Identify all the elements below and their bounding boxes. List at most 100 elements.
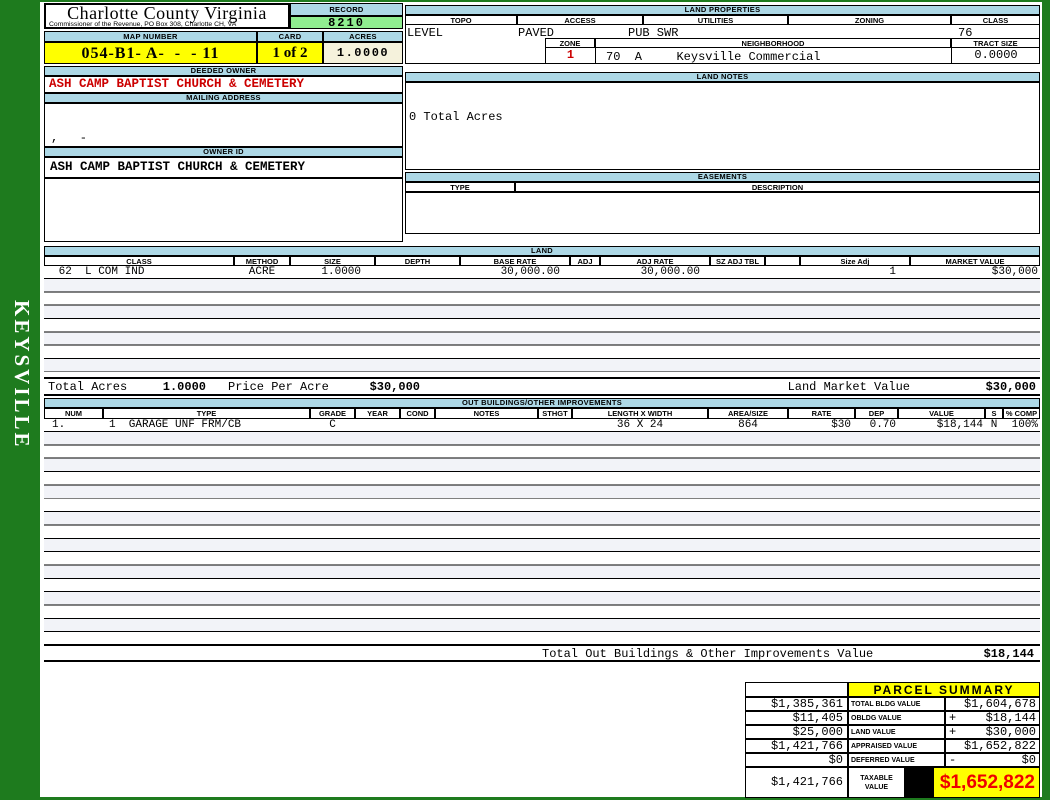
land-row-market-value: $30,000 — [991, 266, 1038, 278]
ob-row-year — [355, 419, 400, 431]
ob-col-area-size: AREA/SIZE — [708, 408, 788, 419]
ob-col-sthgt: STHGT — [538, 408, 572, 419]
easements-columns: TYPE DESCRIPTION — [405, 182, 1040, 192]
land-col-depth: DEPTH — [375, 256, 460, 266]
summary-prior-appraised: $1,421,766 — [745, 739, 848, 753]
land-row-size-adj: 1 — [889, 266, 896, 278]
summary-prior-land: $25,000 — [745, 725, 848, 739]
land-row-class: 62 L COM IND — [52, 266, 145, 278]
easements-header: EASEMENTS — [405, 172, 1040, 182]
record-label: RECORD — [290, 3, 403, 16]
summary-value-land-cell: + $30,000 — [945, 725, 1040, 739]
outbuildings-total-value: $18,144 — [983, 647, 1034, 661]
deeded-owner-header: DEEDED OWNER — [44, 66, 403, 76]
land-properties-header: LAND PROPERTIES — [405, 5, 1040, 15]
card-value[interactable]: 1 of 2 — [257, 42, 323, 64]
land-col-class: CLASS — [44, 256, 234, 266]
land-columns: CLASS METHOD SIZE DEPTH BASE RATE ADJ AD… — [44, 256, 1040, 266]
ob-col-notes: NOTES — [435, 408, 538, 419]
outbuildings-columns: NUM TYPE GRADE YEAR COND NOTES STHGT LEN… — [44, 408, 1040, 419]
tract-size-label: TRACT SIZE — [951, 38, 1040, 48]
mailing-address-box: , - — [44, 103, 403, 147]
ob-row-notes — [435, 419, 538, 431]
ob-row-area-size: 864 — [738, 419, 758, 431]
land-col-adj: ADJ — [570, 256, 600, 266]
summary-sign-deferred: - — [949, 753, 957, 767]
summary-taxable-spacer — [905, 767, 933, 798]
mailing-address-value: , - — [51, 131, 88, 145]
parcel-summary-title: PARCEL SUMMARY — [848, 682, 1040, 697]
zone-value: 1 — [545, 48, 595, 64]
land-row-adj — [570, 266, 600, 278]
land-notes-header: LAND NOTES — [405, 72, 1040, 82]
record-value: 8210 — [290, 16, 403, 29]
ob-col-num: NUM — [44, 408, 103, 419]
summary-sign-total-bldg — [946, 698, 949, 710]
ob-row-length-width: 36 X 24 — [616, 419, 664, 431]
class-label: CLASS — [951, 15, 1040, 25]
ob-col-year: YEAR — [355, 408, 400, 419]
land-note-text: 0 Total Acres — [409, 110, 503, 124]
ob-row-num: 1. — [52, 419, 66, 431]
summary-label-taxable: TAXABLE VALUE — [848, 767, 905, 798]
summary-prior-obldg: $11,405 — [745, 711, 848, 725]
ob-col-type: TYPE — [103, 408, 310, 419]
ob-col-dep: DEP — [855, 408, 898, 419]
ob-row-rate: $30 — [831, 419, 851, 431]
land-row-sz-adj-tbl — [710, 266, 765, 278]
summary-value-total-bldg-cell: $1,604,678 — [945, 697, 1040, 711]
ob-col-pct-comp: % COMP — [1003, 408, 1040, 419]
zone-values-row: 1 70 A Keysville Commercial 0.0000 — [545, 48, 1040, 64]
outbuildings-empty-rows — [44, 432, 1040, 644]
zoning-label: ZONING — [788, 15, 951, 25]
land-empty-rows — [44, 279, 1040, 372]
zone-label: ZONE — [545, 38, 595, 48]
price-per-acre-value: $30,000 — [369, 380, 420, 394]
summary-value-obldg: $18,144 — [985, 711, 1036, 725]
land-col-adj-rate: ADJ RATE — [600, 256, 710, 266]
summary-label-appraised: APPRAISED VALUE — [848, 739, 945, 753]
district-label: KEYSVILLE — [10, 300, 34, 450]
deeded-owner-value: ASH CAMP BAPTIST CHURCH & CEMETERY — [44, 76, 403, 93]
summary-sign-obldg: + — [949, 711, 957, 725]
summary-value-deferred: $0 — [1021, 753, 1036, 767]
summary-label-deferred: DEFERRED VALUE — [848, 753, 945, 767]
ob-row-dep: 0.70 — [869, 419, 896, 431]
mailing-address-header: MAILING ADDRESS — [44, 93, 403, 103]
summary-sign-appraised — [946, 740, 949, 752]
easement-description-label: DESCRIPTION — [515, 182, 1040, 192]
ob-col-cond: COND — [400, 408, 435, 419]
acres-label: ACRES — [323, 31, 403, 42]
zone-columns: ZONE NEIGHBORHOOD TRACT SIZE — [545, 38, 1040, 48]
land-market-value-label: Land Market Value — [787, 380, 910, 394]
land-row-size: 1.0000 — [321, 266, 361, 278]
card-label: CARD — [257, 31, 323, 42]
land-market-value: $30,000 — [985, 380, 1036, 394]
ob-row-cond — [400, 419, 435, 431]
land-section-header: LAND — [44, 246, 1040, 256]
ob-row-pct-comp: 100% — [1011, 419, 1038, 431]
land-col-size-adj: Size Adj — [800, 256, 910, 266]
map-number-value: 054-B1- A- - - 11 — [44, 42, 257, 64]
land-col-base-rate: BASE RATE — [460, 256, 570, 266]
county-header-box: Charlotte County Virginia Commissioner o… — [44, 3, 290, 29]
neighborhood-code: 70 A — [606, 50, 643, 64]
summary-prior-total-bldg: $1,385,361 — [745, 697, 848, 711]
land-col-blank — [765, 256, 800, 266]
neighborhood-label: NEIGHBORHOOD — [595, 38, 951, 48]
topo-label: TOPO — [405, 15, 517, 25]
summary-label-total-bldg: TOTAL BLDG VALUE — [848, 697, 945, 711]
ob-col-rate: RATE — [788, 408, 855, 419]
land-col-size: SIZE — [290, 256, 375, 266]
summary-prior-deferred: $0 — [745, 753, 848, 767]
summary-label-obldg: OBLDG VALUE — [848, 711, 945, 725]
ob-col-length-width: LENGTH X WIDTH — [572, 408, 708, 419]
summary-label-land: LAND VALUE — [848, 725, 945, 739]
acres-value: 1.0000 — [323, 42, 403, 64]
summary-sign-land: + — [949, 725, 957, 739]
ob-col-s: S — [985, 408, 1003, 419]
summary-value-appraised-cell: $1,652,822 — [945, 739, 1040, 753]
total-acres-value: 1.0000 — [162, 380, 206, 394]
easement-type-label: TYPE — [405, 182, 515, 192]
land-row-depth — [375, 266, 460, 278]
